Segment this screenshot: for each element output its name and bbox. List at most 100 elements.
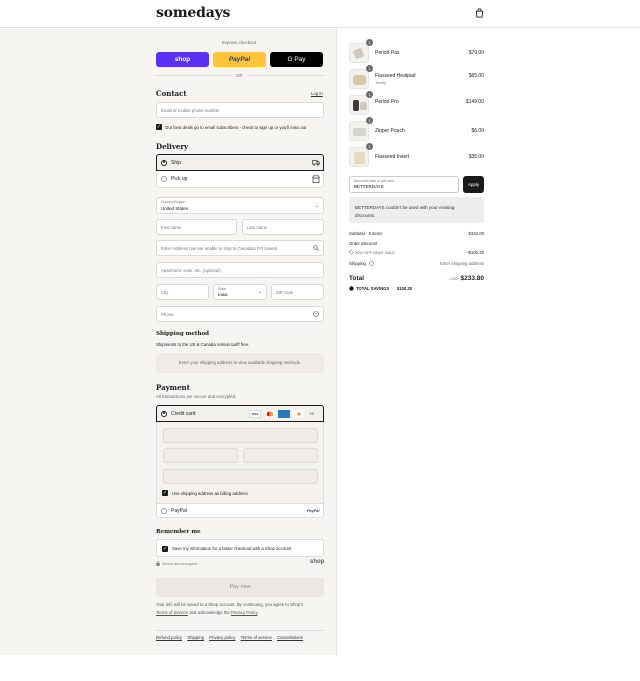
expiry-field[interactable]: [163, 448, 238, 463]
apply-discount-button[interactable]: Apply: [463, 176, 484, 193]
brand-logo[interactable]: somedays: [156, 5, 230, 21]
help-icon[interactable]: ?: [313, 311, 319, 317]
newsletter-checkbox[interactable]: ✓: [156, 124, 162, 130]
amex-icon: [278, 410, 290, 418]
search-icon: [313, 245, 319, 251]
delivery-heading: Delivery: [156, 142, 189, 151]
shipping-label: Shipping: [349, 261, 366, 266]
zip-field[interactable]: ZIP code: [271, 284, 324, 300]
privacy-policy-footer-link[interactable]: Privacy policy: [209, 635, 235, 640]
credit-card-radio[interactable]: [161, 410, 167, 417]
product-thumbnail: [349, 95, 369, 115]
shipping-value: Enter shipping address: [440, 261, 484, 266]
address-field[interactable]: Enter Address (we are unable to ship to …: [156, 240, 324, 256]
pickup-radio[interactable]: [161, 175, 167, 182]
total-label: Total: [349, 275, 365, 282]
email-field[interactable]: Email or mobile phone number: [156, 102, 324, 118]
shipping-link[interactable]: Shipping: [187, 635, 204, 640]
divider: [156, 75, 232, 76]
product-price: $6.00: [471, 128, 484, 134]
product-thumbnail: [349, 147, 369, 167]
contact-heading: Contact: [156, 89, 187, 98]
truck-icon: [312, 160, 320, 166]
legal-text: Your info will be saved to a Shop accoun…: [156, 602, 304, 615]
quantity-badge: 1: [366, 65, 373, 72]
security-code-field[interactable]: [243, 448, 318, 463]
newsletter-label: Our best deals go to email subscribers -…: [165, 125, 307, 130]
country-select[interactable]: Country/Region United States ⌄: [156, 197, 324, 214]
secure-encrypted-note: Secure and encrypted: [162, 562, 198, 566]
order-discount-label: Order discount: [349, 241, 378, 246]
pickup-label: Pick up: [171, 176, 188, 182]
paypal-option[interactable]: PayPal PayPal: [156, 503, 324, 518]
state-select[interactable]: State Iowa ⌄: [213, 284, 267, 300]
paypal-label: PayPal: [171, 508, 187, 514]
credit-card-label: Credit card: [171, 411, 196, 417]
or-label: OR: [236, 73, 243, 78]
discount-amount: −$100.20: [465, 250, 484, 255]
ship-option[interactable]: Ship: [156, 154, 324, 171]
chevron-down-icon: ⌄: [314, 203, 319, 209]
paypal-radio[interactable]: [161, 508, 167, 514]
pickup-option[interactable]: Pick up: [156, 171, 324, 188]
last-name-field[interactable]: Last name: [242, 219, 324, 235]
product-price: $79.00: [468, 50, 484, 56]
phone-field[interactable]: Phone ?: [156, 306, 324, 322]
lock-icon: [156, 561, 160, 566]
discover-icon: [292, 410, 304, 418]
total-savings-label: TOTAL SAVINGS: [356, 286, 390, 291]
express-checkout-label: Express checkout: [222, 40, 256, 45]
subtotal-value: $334.00: [468, 231, 484, 236]
terms-of-service-footer-link[interactable]: Terms of service: [241, 635, 272, 640]
tag-icon: [349, 250, 354, 255]
shop-pay-button[interactable]: shop: [156, 52, 209, 67]
first-name-field[interactable]: First name: [156, 219, 237, 235]
order-summary-panel: [338, 29, 640, 655]
discount-code-field[interactable]: Discount code or gift card BETTERDAYS: [349, 176, 459, 193]
paypal-express-button[interactable]: PayPal: [213, 52, 266, 67]
product-price: $149.00: [465, 99, 484, 105]
name-on-card-field[interactable]: [163, 469, 318, 484]
product-price: $65.00: [468, 73, 484, 79]
discount-error-banner: BETTERDAYS couldn't be used with your ex…: [349, 197, 484, 223]
card-form: ✓ Use shipping address as billing addres…: [156, 422, 324, 503]
savings-tag-icon: [349, 286, 354, 291]
credit-card-option[interactable]: Credit card VISA +3: [156, 405, 324, 422]
product-name: Flaxseed Insert: [375, 154, 410, 160]
product-name: Zipper Pouch: [375, 128, 405, 134]
product-name: Flaxseed Heatpad: [375, 73, 416, 79]
terms-of-service-link[interactable]: Terms of Service: [156, 610, 188, 615]
quantity-badge: 1: [366, 143, 373, 150]
subtotal-label: Subtotal · 5 items: [349, 231, 383, 236]
billing-same-checkbox[interactable]: ✓: [162, 490, 168, 496]
save-info-checkbox[interactable]: ✓: [162, 545, 168, 552]
page-bottom: [0, 655, 640, 681]
product-name: Period Pro: [375, 99, 399, 105]
total-value: $233.80: [460, 275, 485, 282]
mastercard-icon: [264, 410, 276, 418]
product-variant: Teddy: [375, 80, 386, 85]
apartment-field[interactable]: Apartment, suite, etc. (optional): [156, 262, 324, 278]
divider: [248, 75, 324, 76]
refund-policy-link[interactable]: Refund policy: [156, 635, 182, 640]
more-cards-badge: +3: [309, 411, 314, 416]
currency-label: USD: [450, 277, 459, 281]
help-icon[interactable]: [369, 261, 374, 266]
payment-heading: Payment: [156, 383, 190, 392]
product-thumbnail: [349, 43, 369, 63]
card-number-field[interactable]: [163, 428, 318, 443]
pay-now-button[interactable]: Pay now: [156, 578, 324, 597]
shopping-bag-icon[interactable]: [475, 8, 484, 18]
ship-label: Ship: [171, 160, 182, 166]
login-link[interactable]: Log in: [311, 91, 323, 96]
discount-code-tag: 30% OFF BDAY SALE: [355, 250, 396, 255]
ship-radio[interactable]: [161, 159, 167, 166]
billing-same-label: Use shipping address as billing address: [172, 491, 248, 496]
privacy-policy-link[interactable]: Privacy Policy: [231, 610, 257, 615]
paypal-logo: PayPal: [307, 509, 320, 513]
visa-icon: VISA: [249, 410, 261, 418]
google-pay-button[interactable]: G Pay: [270, 52, 323, 67]
cancellations-link[interactable]: Cancellations: [277, 635, 303, 640]
quantity-badge: 1: [366, 91, 373, 98]
city-field[interactable]: City: [156, 284, 209, 300]
